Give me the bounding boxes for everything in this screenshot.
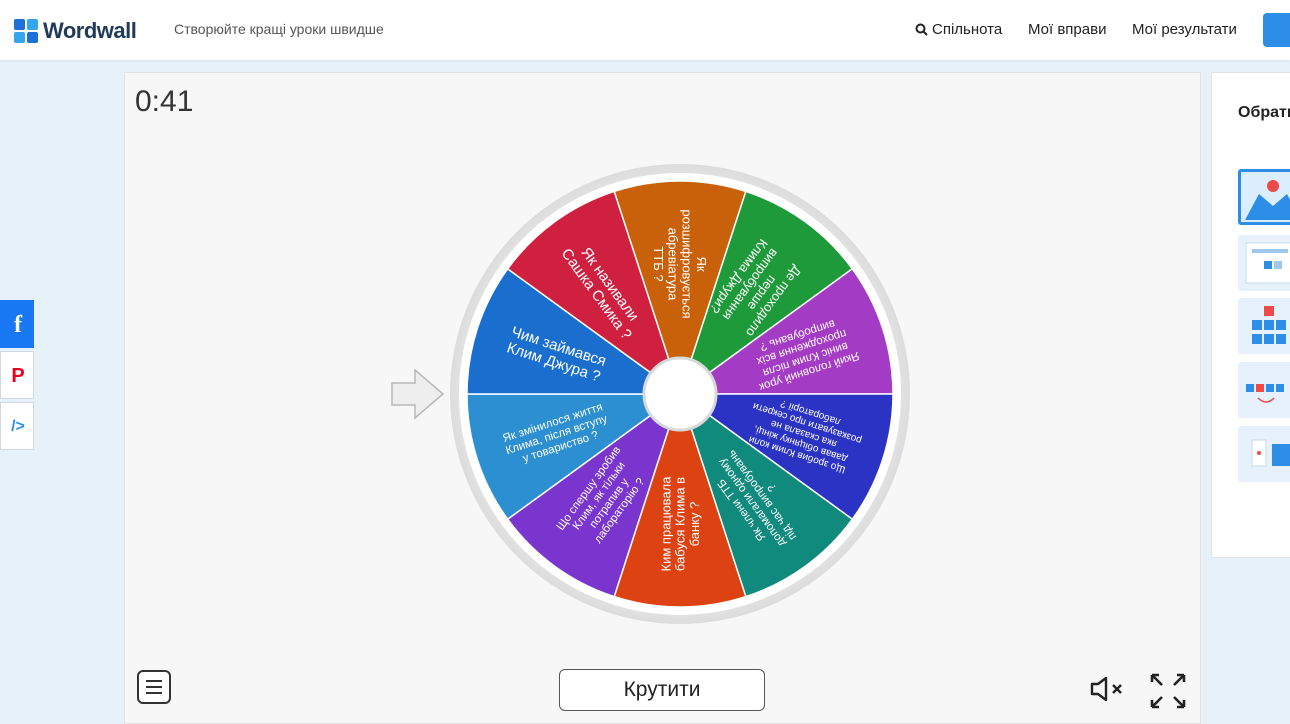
facebook-icon: f xyxy=(14,312,22,338)
share-facebook-button[interactable]: f xyxy=(0,300,34,348)
nav-community-label: Спільнота xyxy=(932,21,1003,38)
share-pinterest-button[interactable]: P xyxy=(0,351,34,399)
logo-icon xyxy=(14,19,38,43)
top-header: Wordwall Створюйте кращі уроки швидше Сп… xyxy=(0,0,1290,60)
spin-button[interactable]: Крутити xyxy=(559,669,765,711)
share-embed-button[interactable]: /> xyxy=(0,402,34,450)
template-thumbnail-quiz[interactable] xyxy=(1238,235,1290,291)
embed-icon: /> xyxy=(11,418,25,435)
header-action-button[interactable] xyxy=(1263,13,1290,47)
logo-text: Wordwall xyxy=(43,18,137,43)
sequence-template-icon xyxy=(1246,384,1284,403)
game-panel: 0:41 ЯкрозшифровуєтьсяабревіатураТТБ ? Де… xyxy=(124,72,1201,724)
pointer-arrow-icon xyxy=(391,368,445,420)
menu-button[interactable] xyxy=(137,670,171,704)
mute-icon[interactable] xyxy=(1089,676,1129,702)
template-sidebar: Обрати шаблон xyxy=(1211,72,1290,558)
cards-template-icon xyxy=(1251,439,1290,467)
menu-icon-line xyxy=(146,680,162,682)
search-icon xyxy=(915,23,928,36)
fullscreen-icon[interactable] xyxy=(1148,671,1188,711)
nav-my-results-link[interactable]: Мої результати xyxy=(1132,21,1237,38)
template-sidebar-title: Обрати шаблон xyxy=(1238,104,1290,121)
template-thumbnail-sequence[interactable] xyxy=(1238,362,1290,418)
pinterest-icon: P xyxy=(11,365,25,387)
wheel-center xyxy=(642,356,718,432)
template-thumbnail-cards[interactable] xyxy=(1238,426,1290,482)
template-thumbnail-wheel[interactable] xyxy=(1238,169,1290,225)
nav-community-link[interactable]: Спільнота xyxy=(915,21,1002,38)
tagline: Створюйте кращі уроки швидше xyxy=(174,21,384,37)
template-thumbnail-boxes[interactable] xyxy=(1238,298,1290,354)
nav-my-activities-link[interactable]: Мої вправи xyxy=(1028,21,1106,38)
menu-icon-line xyxy=(146,686,162,688)
boxes-template-icon xyxy=(1252,306,1286,344)
wheel-template-icon xyxy=(1245,180,1290,220)
spin-wheel[interactable]: ЯкрозшифровуєтьсяабревіатураТТБ ? Де прох… xyxy=(125,73,1200,723)
wordwall-logo[interactable]: Wordwall xyxy=(14,18,137,44)
quiz-template-icon xyxy=(1245,242,1290,284)
menu-icon-line xyxy=(146,692,162,694)
